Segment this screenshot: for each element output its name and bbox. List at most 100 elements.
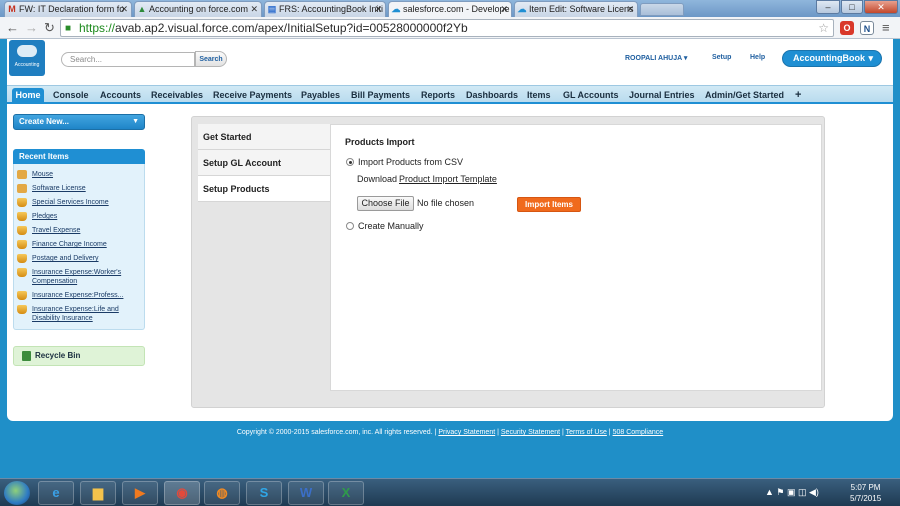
browser-tab-label: Accounting on force.com: [149, 4, 249, 14]
tab-admin-get-started[interactable]: Admin/Get Started: [705, 88, 784, 104]
tab-dashboards[interactable]: Dashboards: [466, 88, 518, 104]
import-csv-label: Import Products from CSV: [358, 157, 464, 167]
recent-item-postage[interactable]: Postage and Delivery: [17, 254, 143, 263]
close-icon[interactable]: ✕: [500, 2, 508, 16]
media-player-icon[interactable]: ▶: [122, 481, 158, 505]
close-icon[interactable]: ✕: [120, 2, 128, 16]
recent-item-workers-comp[interactable]: Insurance Expense:Worker's Compensation: [17, 268, 143, 286]
bookmark-star-icon[interactable]: ☆: [818, 20, 829, 36]
search-button[interactable]: Search: [195, 51, 227, 67]
browser-tab-accounting[interactable]: ▲ Accounting on force.com ✕: [134, 1, 262, 17]
tab-home[interactable]: Home: [12, 88, 44, 104]
recent-item-mouse[interactable]: Mouse: [17, 170, 143, 179]
address-bar: ← → ↻ ■ https://avab.ap2.visual.force.co…: [0, 17, 900, 39]
reload-icon[interactable]: ↻: [44, 20, 55, 36]
close-icon[interactable]: ✕: [250, 2, 258, 16]
step-setup-products[interactable]: Setup Products: [198, 176, 330, 202]
terms-of-use-link[interactable]: Terms of Use: [566, 429, 607, 436]
minimize-button[interactable]: –: [816, 0, 840, 14]
tab-receivables[interactable]: Receivables: [151, 88, 203, 104]
system-tray-icons[interactable]: ▲ ⚑ ▣ ◫ ◀): [765, 487, 819, 498]
extension-n-icon[interactable]: N: [860, 21, 874, 35]
tab-reports[interactable]: Reports: [421, 88, 455, 104]
tab-bill-payments[interactable]: Bill Payments: [351, 88, 410, 104]
close-icon[interactable]: ✕: [626, 2, 634, 16]
browser-tab-item-edit[interactable]: ☁ Item Edit: Software Licens ✕: [514, 1, 638, 17]
recent-item-travel-expense[interactable]: Travel Expense: [17, 226, 143, 235]
list-item-label: Insurance Expense:Life and Disability In…: [32, 306, 119, 322]
create-manually-radio[interactable]: [346, 222, 354, 230]
firefox-icon[interactable]: ◍: [204, 481, 240, 505]
setup-link[interactable]: Setup: [712, 54, 731, 61]
product-import-template-link[interactable]: Product Import Template: [399, 174, 497, 184]
tab-receive-payments[interactable]: Receive Payments: [213, 88, 292, 104]
security-statement-link[interactable]: Security Statement: [501, 429, 560, 436]
internet-explorer-icon[interactable]: e: [38, 481, 74, 505]
account-icon: [17, 212, 27, 221]
privacy-statement-link[interactable]: Privacy Statement: [438, 429, 495, 436]
clock[interactable]: 5:07 PM 5/7/2015: [850, 482, 881, 504]
browser-tab-gmail[interactable]: M FW: IT Declaration form fo ✕: [4, 1, 132, 17]
file-explorer-icon[interactable]: ▆: [80, 481, 116, 505]
account-icon: [17, 254, 27, 263]
tab-accounts[interactable]: Accounts: [100, 88, 141, 104]
recent-item-finance-charge[interactable]: Finance Charge Income: [17, 240, 143, 249]
user-menu[interactable]: ROOPALI AHUJA ▾: [625, 54, 687, 62]
window-close-button[interactable]: ✕: [864, 0, 898, 14]
back-arrow-icon[interactable]: ←: [6, 20, 19, 36]
create-new-label: Create New...: [19, 117, 69, 126]
extension-icon[interactable]: O: [840, 21, 854, 35]
recent-item-special-services[interactable]: Special Services Income: [17, 198, 143, 207]
browser-tab-label: FW: IT Declaration form fo: [19, 4, 125, 14]
app-logo[interactable]: Accounting: [9, 40, 45, 76]
help-link[interactable]: Help: [750, 54, 765, 61]
recent-item-pledges[interactable]: Pledges: [17, 212, 143, 221]
recycle-bin-link[interactable]: Recycle Bin: [13, 346, 145, 366]
url-scheme: https://: [79, 21, 116, 35]
maximize-button[interactable]: □: [841, 0, 863, 14]
recent-item-professional[interactable]: Insurance Expense:Profess...: [17, 291, 143, 300]
create-new-button[interactable]: Create New... ▼: [13, 114, 145, 130]
forward-arrow-icon[interactable]: →: [25, 20, 38, 36]
browser-tab-salesforce[interactable]: ☁ salesforce.com - Develope ✕: [388, 1, 512, 17]
chrome-icon[interactable]: ◉: [164, 481, 200, 505]
recent-item-life-disability[interactable]: Insurance Expense:Life and Disability In…: [17, 305, 143, 323]
copyright-text: Copyright © 2000-2015 salesforce.com, in…: [236, 429, 437, 436]
url-input[interactable]: ■ https://avab.ap2.visual.force.com/apex…: [60, 19, 834, 37]
tab-journal-entries[interactable]: Journal Entries: [629, 88, 695, 104]
logo-text: Accounting: [14, 62, 40, 68]
drive-icon: ▲: [137, 4, 147, 14]
user-name: ROOPALI AHUJA: [625, 55, 682, 62]
cloud-icon: [17, 45, 37, 57]
choose-file-button[interactable]: Choose File: [357, 196, 414, 211]
compliance-link[interactable]: 508 Compliance: [613, 429, 664, 436]
app-name: AccountingBook: [793, 53, 865, 63]
import-items-button[interactable]: Import Items: [517, 197, 581, 212]
recent-item-software-license[interactable]: Software License: [17, 184, 143, 193]
new-tab-button[interactable]: [640, 3, 684, 16]
chevron-down-icon: ▾: [868, 53, 873, 63]
menu-icon[interactable]: ≡: [882, 20, 890, 36]
import-csv-radio[interactable]: [346, 158, 354, 166]
tab-add-plus[interactable]: +: [795, 88, 801, 104]
close-icon[interactable]: ✕: [374, 2, 382, 16]
products-import-title: Products Import: [345, 137, 415, 147]
tab-items[interactable]: Items: [527, 88, 551, 104]
list-item-label: Insurance Expense:Profess...: [32, 292, 124, 299]
excel-icon[interactable]: X: [328, 481, 364, 505]
app-switcher[interactable]: AccountingBook ▾: [782, 50, 882, 67]
start-button[interactable]: [4, 481, 30, 505]
word-icon[interactable]: W: [288, 481, 324, 505]
item-icon: [17, 184, 27, 193]
salesforce-app: Accounting Search... Search ROOPALI AHUJ…: [7, 39, 893, 421]
tab-console[interactable]: Console: [53, 88, 89, 104]
search-input[interactable]: Search...: [61, 52, 195, 67]
tab-gl-accounts[interactable]: GL Accounts: [563, 88, 619, 104]
skype-icon[interactable]: S: [246, 481, 282, 505]
tab-payables[interactable]: Payables: [301, 88, 340, 104]
list-item-label: Insurance Expense:Worker's Compensation: [32, 269, 122, 285]
step-get-started[interactable]: Get Started: [198, 124, 330, 150]
browser-tab-frs[interactable]: ▤ FRS: AccountingBook Initi ✕: [264, 1, 386, 17]
gmail-icon: M: [8, 4, 16, 14]
step-setup-gl-account[interactable]: Setup GL Account: [198, 150, 330, 176]
